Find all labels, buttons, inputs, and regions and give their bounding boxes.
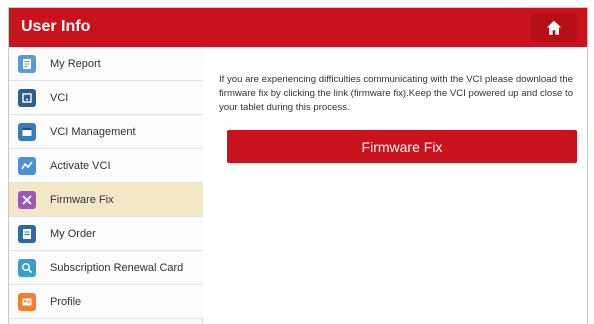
- sidebar-item-label: VCI: [50, 91, 69, 104]
- sidebar-item-label: Subscription Renewal Card: [50, 261, 184, 274]
- vci-management-icon: [18, 122, 36, 141]
- page-title: User Info: [21, 18, 91, 35]
- main-content: If you are experiencing difficulties com…: [204, 47, 587, 324]
- tools-icon: [18, 190, 36, 209]
- sidebar-item-profile[interactable]: Profile: [9, 285, 203, 319]
- sidebar-item-label: VCI Management: [50, 125, 136, 138]
- sidebar-item-label: Profile: [50, 295, 82, 308]
- sidebar-item-label: My Order: [50, 227, 96, 240]
- home-button[interactable]: [531, 13, 577, 42]
- profile-icon: [18, 292, 36, 311]
- sidebar-item-label: My Report: [50, 57, 101, 70]
- order-icon: [18, 224, 36, 243]
- firmware-fix-button[interactable]: Firmware Fix: [227, 130, 577, 163]
- sidebar-item-activate-vci[interactable]: Activate VCI: [9, 149, 203, 183]
- sidebar-item-firmware-fix[interactable]: Firmware Fix: [9, 183, 203, 217]
- sidebar-item-my-report[interactable]: My Report: [9, 47, 203, 81]
- sidebar-item-label: Firmware Fix: [50, 193, 114, 206]
- firmware-info-text: If you are experiencing difficulties com…: [219, 74, 574, 114]
- sidebar: My Report VCI VCI Management Activate VC…: [9, 47, 203, 324]
- subscription-card-icon: [18, 258, 36, 277]
- vci-icon: [18, 88, 36, 107]
- app-window: User Info My Report VCI VCI Management A…: [8, 7, 588, 324]
- sidebar-item-vci[interactable]: VCI: [9, 81, 203, 115]
- sidebar-item-subscription-renewal-card[interactable]: Subscription Renewal Card: [9, 251, 203, 285]
- sidebar-item-my-order[interactable]: My Order: [9, 217, 203, 251]
- activate-vci-icon: [18, 156, 36, 175]
- report-icon: [18, 54, 36, 73]
- sidebar-item-vci-management[interactable]: VCI Management: [9, 115, 203, 149]
- sidebar-item-label: Activate VCI: [50, 159, 111, 172]
- home-icon: [546, 20, 562, 35]
- app-header: User Info: [9, 8, 587, 47]
